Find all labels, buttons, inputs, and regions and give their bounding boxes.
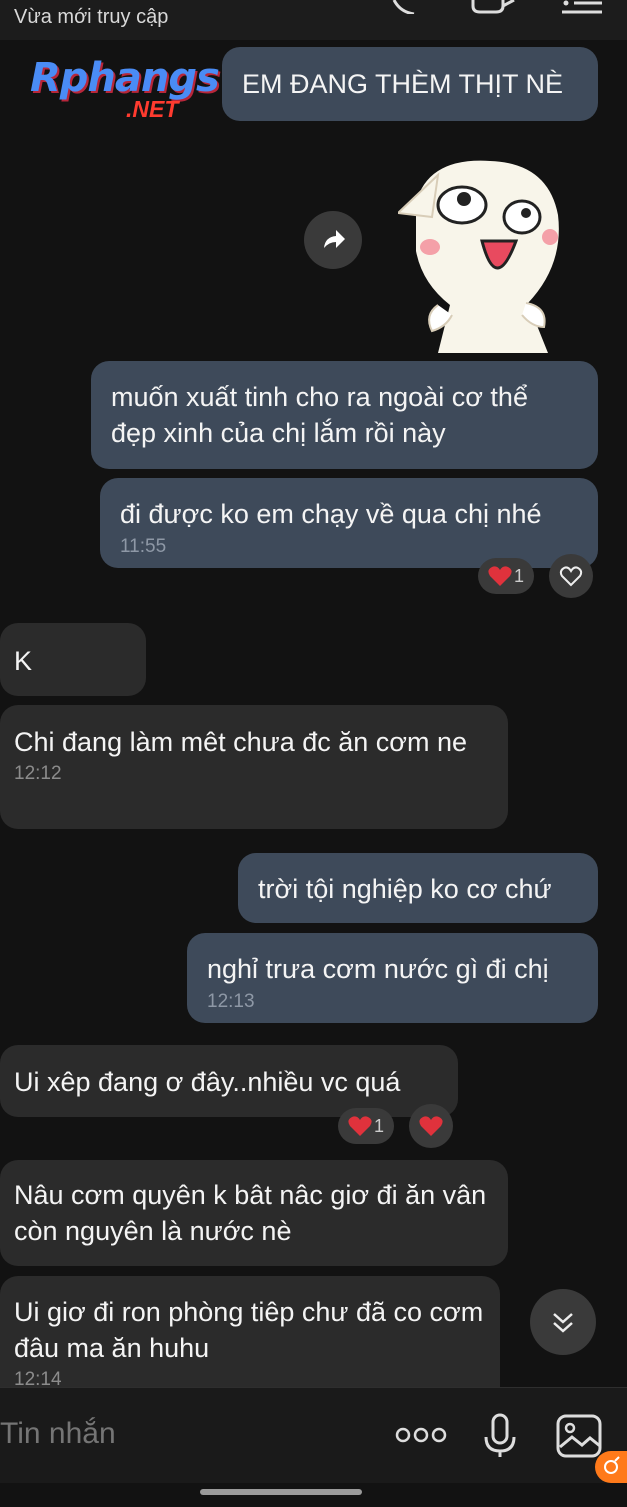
sticker-cartoon[interactable] <box>398 155 566 355</box>
menu-icon[interactable] <box>562 0 604 14</box>
scroll-to-bottom-button[interactable] <box>530 1289 596 1355</box>
message-bubble-outgoing[interactable]: trời tội nghiệp ko cơ chứ <box>238 853 598 923</box>
message-text: Ui xêp đang ơ đây..nhiều vc quá <box>14 1067 401 1097</box>
mic-icon[interactable] <box>483 1413 517 1459</box>
message-time: 12:14 <box>14 1369 62 1387</box>
forward-button[interactable] <box>304 211 362 269</box>
message-text: Nâu cơm quyên k bât nâc giơ đi ăn vân cò… <box>14 1180 487 1246</box>
message-bubble-outgoing[interactable]: nghỉ trưa cơm nước gì đi chị 12:13 <box>187 933 598 1023</box>
message-text: Chi đang làm mêt chưa đc ăn cơm ne <box>14 727 467 757</box>
message-time: 11:55 <box>120 536 167 557</box>
heart-icon <box>488 566 512 586</box>
message-text: nghỉ trưa cơm nước gì đi chị <box>207 954 549 984</box>
message-text: muốn xuất tinh cho ra ngoài cơ thể đẹp x… <box>111 382 528 448</box>
home-indicator[interactable] <box>200 1489 362 1495</box>
message-bubble-incoming[interactable]: Nâu cơm quyên k bât nâc giơ đi ăn vân cò… <box>0 1160 508 1266</box>
forward-icon <box>324 230 345 248</box>
video-icon[interactable] <box>470 0 516 14</box>
message-text: K <box>14 646 33 676</box>
bubble-icon <box>604 1456 620 1474</box>
chevron-down-icon <box>553 1313 573 1333</box>
watermark-brand: Rphangs <box>30 55 220 101</box>
message-bubble-incoming[interactable]: Ui xêp đang ơ đây..nhiều vc quá <box>0 1045 458 1117</box>
heart-icon <box>419 1116 443 1136</box>
reaction-count: 1 <box>373 1115 384 1136</box>
reaction-count: 1 <box>513 565 524 586</box>
message-time: 12:12 <box>14 763 62 784</box>
watermark-logo: Rphangs .NET <box>30 58 220 128</box>
message-bubble-incoming[interactable]: Chi đang làm mêt chưa đc ăn cơm ne 12:12 <box>0 705 508 829</box>
message-bubble-outgoing[interactable]: muốn xuất tinh cho ra ngoài cơ thể đẹp x… <box>91 361 598 469</box>
heart-icon <box>559 566 583 587</box>
call-icon[interactable] <box>390 0 426 14</box>
message-bubble-incoming[interactable]: Ui giơ đi ron phòng tiêp chư đã co cơm đ… <box>0 1276 500 1387</box>
react-button[interactable] <box>549 554 593 598</box>
react-button[interactable] <box>409 1104 453 1148</box>
heart-icon <box>348 1116 372 1136</box>
message-text: trời tội nghiệp ko cơ chứ <box>258 874 552 904</box>
reaction-summary[interactable]: 1 <box>338 1108 394 1144</box>
message-text: Ui giơ đi ron phòng tiêp chư đã co cơm đ… <box>14 1297 484 1363</box>
more-icon[interactable] <box>395 1426 447 1444</box>
watermark-domain: .NET <box>126 96 179 122</box>
message-input[interactable] <box>0 1412 380 1456</box>
message-text: EM ĐANG THÈM THỊT NÈ <box>242 69 564 99</box>
message-bubble-incoming[interactable]: K <box>0 623 146 696</box>
reaction-summary[interactable]: 1 <box>478 558 534 594</box>
message-time: 12:13 <box>207 991 255 1012</box>
floating-badge[interactable] <box>595 1451 627 1483</box>
message-bubble-outgoing[interactable]: đi được ko em chạy về qua chị nhé 11:55 <box>100 478 598 568</box>
chat-header: Vừa mới truy cập <box>0 0 627 40</box>
status-text: Vừa mới truy cập <box>14 6 169 28</box>
message-bubble-outgoing[interactable]: EM ĐANG THÈM THỊT NÈ <box>222 47 598 121</box>
message-text: đi được ko em chạy về qua chị nhé <box>120 499 542 529</box>
composer-bar <box>0 1387 627 1483</box>
